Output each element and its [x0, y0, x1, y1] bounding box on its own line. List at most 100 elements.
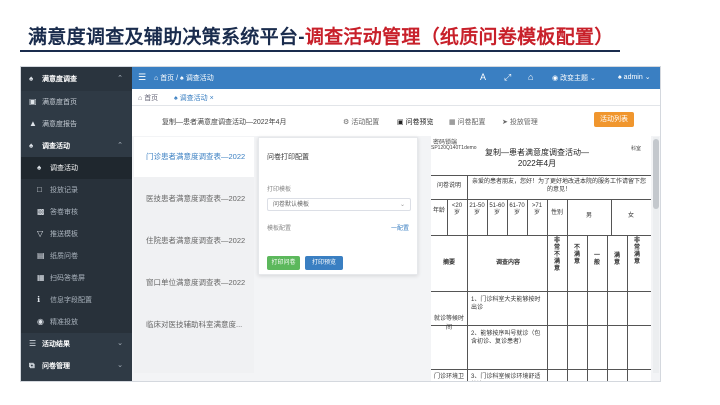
list-item[interactable]: 临床对医技辅助科室满意度...: [134, 305, 254, 345]
gender-option: 男: [585, 213, 592, 219]
template-select[interactable]: 问卷默认模板 ⌄: [267, 198, 411, 211]
font-size-icon[interactable]: A: [480, 72, 486, 82]
sidebar-group-questionnaire[interactable]: ⧉ 问卷管理 ⌄: [21, 355, 132, 377]
theme-switch[interactable]: ◉ 改变主题 ⌄: [552, 73, 596, 83]
preview-note-label: 问卷说明: [436, 183, 461, 189]
sidebar-item-survey-activity[interactable]: ♠ 调查活动: [21, 157, 132, 179]
list-item[interactable]: 医技患者满意度调查表—2022: [134, 179, 254, 219]
chevron-down-icon: ⌄: [117, 340, 123, 347]
list-icon: ☰: [29, 339, 37, 348]
home-icon: ▣: [29, 97, 37, 106]
gender-option: 女: [627, 213, 634, 219]
fullscreen-icon[interactable]: ⤢: [504, 72, 511, 83]
sidebar-item-delivery-record[interactable]: □ 投放记录: [21, 179, 132, 201]
admin-menu[interactable]: ♠ admin ⌄: [618, 73, 651, 81]
send-icon: ➤: [502, 119, 510, 126]
row-item: 2、能够按序叫号就诊（包含初诊、复诊患者）: [471, 331, 541, 345]
age-option: <20岁: [451, 203, 463, 216]
sidebar-brand[interactable]: ♠ 满意度调查 ⌃: [21, 67, 132, 91]
user-group-icon: ♠: [29, 141, 34, 150]
template-config-link[interactable]: 一配置: [391, 223, 409, 232]
preview-scrollbar[interactable]: [653, 137, 659, 373]
copy-icon: ⧉: [29, 361, 35, 370]
preview-dept-label: 科室: [631, 146, 642, 152]
preview-gender-label: 性别: [550, 210, 563, 216]
column-header: 一般: [593, 253, 600, 266]
slide-title: 满意度调查及辅助决策系统平台-调查活动管理（纸质问卷模板配置）: [28, 22, 614, 49]
age-option: 51-60岁: [489, 203, 505, 216]
slide-title-highlight: 调查活动管理（纸质问卷模板配置）: [304, 27, 614, 48]
print-questionnaire-button[interactable]: 打印问卷: [267, 256, 300, 270]
print-icon: ▩: [37, 207, 45, 216]
info-icon: ℹ: [37, 295, 41, 304]
activity-config-button[interactable]: ⚙ 活动配置: [343, 117, 379, 127]
sidebar-item-field-config[interactable]: ℹ 信息字段配置: [21, 289, 132, 311]
sidebar-group-results[interactable]: ☰ 活动结果 ⌄: [21, 333, 132, 355]
chevron-down-icon: ⌄: [399, 202, 405, 208]
questionnaire-preview-button[interactable]: ▣ 问卷预览: [397, 117, 434, 127]
monitor-icon: ▣: [397, 119, 406, 126]
preview-note-text: 亲爱的患者朋友，您好！为了更好地改进本院的服务工作请留下您的意见！: [471, 179, 646, 193]
list-item[interactable]: 住院患者满意度调查表—2022: [134, 221, 254, 261]
preview-table: 问卷说明 亲爱的患者朋友，您好！为了更好地改进本院的服务工作请留下您的意见！ 年…: [431, 175, 651, 381]
sidebar-item-report[interactable]: ▲ 满意度报告: [21, 113, 132, 135]
slide-title-main: 满意度调查及辅助决策系统平台-: [28, 27, 305, 48]
sidebar-item-precise-delivery[interactable]: ◉ 精准投放: [21, 311, 132, 333]
column-header: 非常满意: [633, 238, 640, 265]
palette-icon: ◉: [552, 75, 561, 82]
sidebar-item-answer-review[interactable]: ▩ 答卷审核: [21, 201, 132, 223]
age-option: >71岁: [531, 203, 543, 216]
filter-icon: ▽: [37, 229, 44, 238]
row-item: 1、门诊科室大夫能够按时出诊: [471, 297, 541, 311]
age-option: 21-50岁: [469, 203, 485, 216]
list-item[interactable]: 窗口单位满意度调查表—2022: [134, 263, 254, 303]
questionnaire-preview: 密码锁端 SP120Q140T1demo 科室 复制—患者满意度调查活动—202…: [431, 135, 651, 381]
tab-home[interactable]: ⌂ 首页: [138, 93, 158, 103]
column-header: 不满意: [573, 245, 580, 265]
row-item: 3、门诊科室候诊环境舒适整洁: [471, 374, 541, 380]
questionnaire-config-button[interactable]: ▦ 问卷配置: [449, 117, 486, 127]
dialog-title: 问卷打印配置: [267, 154, 309, 161]
row-summary: 门诊环境卫生: [433, 374, 464, 380]
bookmark-icon: □: [37, 185, 42, 194]
questionnaire-list: 门诊患者满意度调查表—2022 医技患者满意度调查表—2022 住院患者满意度调…: [134, 137, 254, 373]
preview-code: SP120Q140T1demo: [431, 145, 477, 151]
column-header: 调查内容: [495, 260, 520, 266]
activity-list-button[interactable]: 活动列表: [594, 112, 634, 127]
template-label: 打印模板: [267, 187, 292, 193]
qrcode-icon: ▦: [37, 273, 45, 282]
chevron-up-icon: ⌃: [117, 75, 123, 82]
sidebar-item-qr-screen[interactable]: ▦ 扫码答卷屏: [21, 267, 132, 289]
report-icon: ▲: [29, 119, 37, 128]
age-option: 61-70岁: [509, 203, 525, 216]
settings-icon: ⚙: [343, 119, 352, 126]
column-header: 非常不满意: [553, 238, 560, 272]
sidebar-group-activity[interactable]: ♠ 调查活动 ⌃: [21, 135, 132, 157]
top-navbar: ☰ ⌂ 首页 / ♠ 调查活动 A ⤢ ⌂ ◉ 改变主题 ⌄ ♠ admin ⌄: [132, 67, 660, 89]
user-icon: ♠: [37, 163, 42, 172]
user-icon: ♠: [29, 74, 34, 83]
list-item[interactable]: 门诊患者满意度调查表—2022: [134, 137, 254, 177]
document-icon: ▤: [37, 251, 45, 260]
print-config-dialog: 问卷打印配置 打印模板 问卷默认模板 ⌄ 模板配置 一配置 打印问卷 打印预览: [258, 137, 418, 275]
target-icon: ◉: [37, 317, 44, 326]
app-window: ♠ 满意度调查 ⌃ ▣ 满意度首页 ▲ 满意度报告 ♠ 调查活动 ⌃ ♠ 调查活动 □ 投放记录…: [20, 66, 661, 382]
sidebar-item-home[interactable]: ▣ 满意度首页: [21, 91, 132, 113]
breadcrumb-home[interactable]: 首页: [160, 75, 174, 82]
column-header: 满意: [613, 253, 620, 266]
sidebar-item-paper-questionnaire[interactable]: ▤ 纸质问卷: [21, 245, 132, 267]
preview-title: 复制—患者满意度调查活动—2022年4月: [485, 148, 589, 168]
grid-icon: ▦: [449, 119, 458, 126]
home-icon[interactable]: ⌂: [528, 72, 533, 82]
sidebar-item-push-template[interactable]: ▽ 推送模板: [21, 223, 132, 245]
scrollbar-thumb[interactable]: [653, 139, 659, 209]
print-preview-button[interactable]: 打印预览: [305, 256, 343, 270]
row-summary: 就诊等候时间: [433, 316, 464, 331]
template-config-label: 模板配置: [267, 226, 292, 232]
title-underline: [20, 50, 620, 52]
close-icon[interactable]: ×: [210, 95, 214, 102]
column-header: 摘要: [442, 260, 455, 266]
breadcrumb: ⌂ 首页 / ♠ 调查活动: [154, 75, 214, 82]
menu-icon[interactable]: ☰: [138, 72, 146, 83]
delivery-manage-button[interactable]: ➤ 投放管理: [502, 117, 538, 127]
